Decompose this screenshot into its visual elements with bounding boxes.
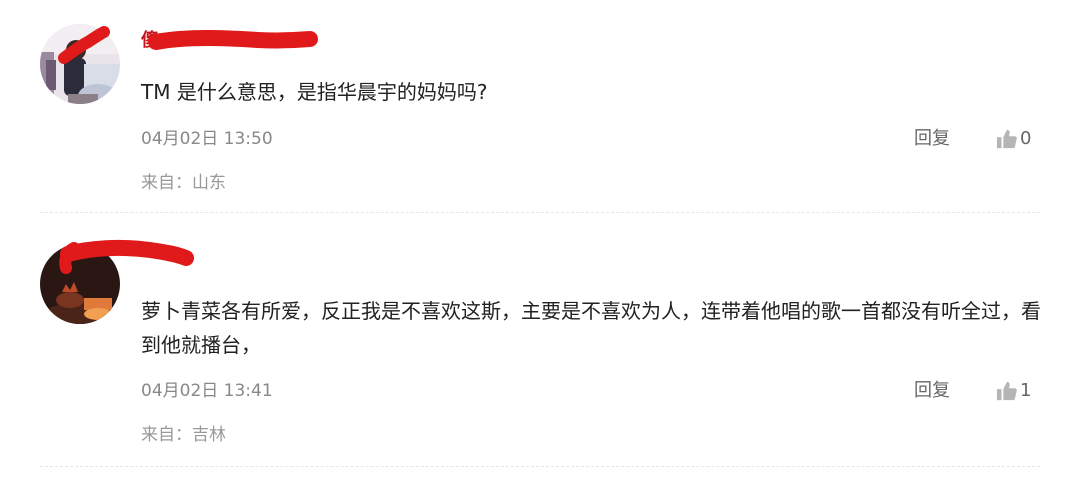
comment-location: 来自：山东 xyxy=(141,173,226,193)
like-button[interactable]: 1 xyxy=(996,379,1031,403)
user-avatar-photo xyxy=(40,244,120,324)
comment-item: 傻...t TM 是什么意思，是指华晨宇的妈妈吗? 04月02日 13:50 回… xyxy=(0,0,1078,214)
divider xyxy=(40,212,1040,213)
divider xyxy=(40,466,1040,467)
avatar[interactable] xyxy=(40,244,120,324)
comment-time: 04月02日 13:50 xyxy=(141,129,273,149)
thumbs-up-icon xyxy=(996,129,1017,149)
like-count: 0 xyxy=(1020,128,1032,149)
like-button[interactable]: 0 xyxy=(996,127,1031,151)
comment-text: 萝卜青菜各有所爱，反正我是不喜欢这斯，主要是不喜欢为人，连带着他唱的歌一首都没有… xyxy=(141,299,1041,357)
reply-button[interactable]: 回复 xyxy=(914,379,950,403)
thumbs-up-icon xyxy=(996,381,1017,401)
username[interactable]: 傻...t xyxy=(141,29,188,53)
comment-item: 萝卜青菜各有所爱，反正我是不喜欢这斯，主要是不喜欢为人，连带着他唱的歌一首都没有… xyxy=(0,214,1078,468)
like-count: 1 xyxy=(1020,380,1032,401)
user-avatar-photo xyxy=(40,24,120,104)
username-text: 傻...t xyxy=(141,30,189,51)
comment-location: 来自：吉林 xyxy=(141,425,226,445)
comment-time: 04月02日 13:41 xyxy=(141,381,273,401)
avatar[interactable] xyxy=(40,24,120,104)
reply-button[interactable]: 回复 xyxy=(914,127,950,151)
comment-text: TM 是什么意思，是指华晨宇的妈妈吗? xyxy=(141,80,488,104)
